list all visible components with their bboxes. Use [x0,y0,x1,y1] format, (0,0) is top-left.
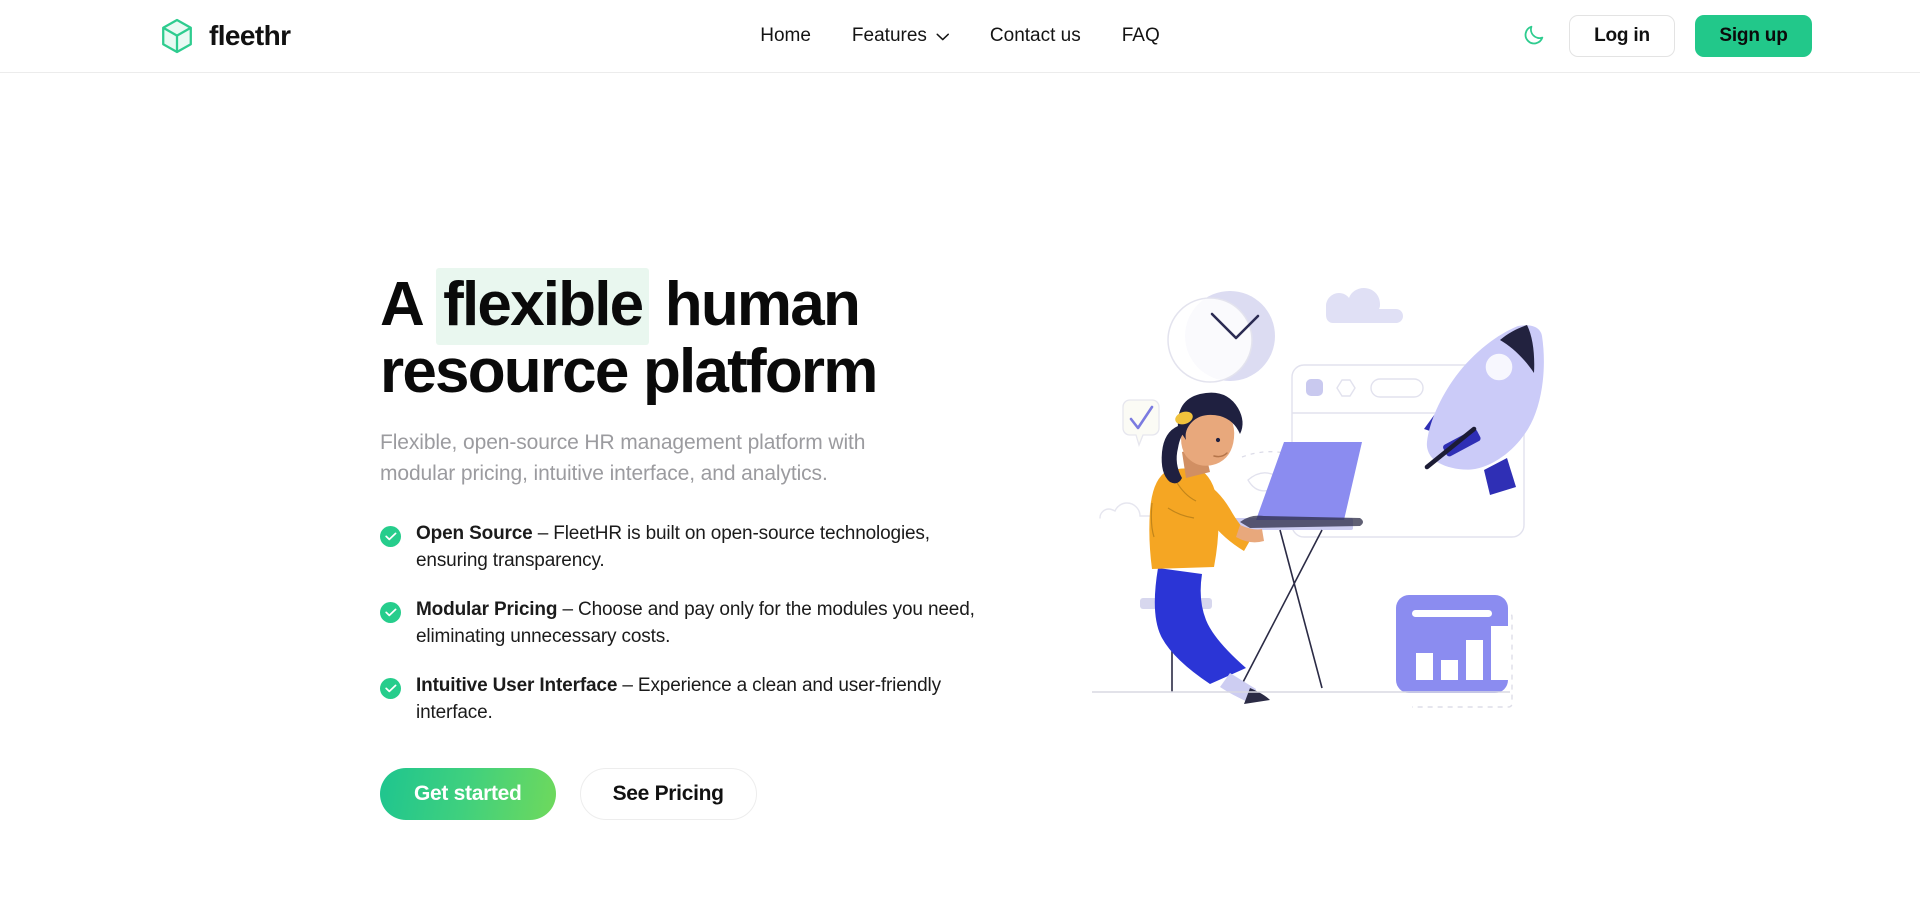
signup-button[interactable]: Sign up [1695,15,1812,57]
person-shape [1149,392,1270,704]
feature-text: Open Source – FleetHR is built on open-s… [416,520,996,574]
chevron-down-icon [936,31,949,41]
nav-item-label: Features [851,25,927,46]
cloud-shape [1326,288,1403,323]
nav-item-features[interactable]: Features [852,23,949,49]
bar-chart-card [1396,595,1513,708]
hero-illustration [1090,268,1570,728]
check-circle-icon [380,526,401,547]
brand-logo[interactable]: fleethr [158,17,291,55]
feature-title: Modular Pricing [416,599,558,620]
headline-before: A [380,270,437,339]
hero-section: A flexible human resource platform Flexi… [0,73,1920,913]
nav-item-faq[interactable]: FAQ [1122,23,1160,49]
feature-item: Intuitive User Interface – Experience a … [380,672,1020,726]
feature-title: Intuitive User Interface [416,675,618,696]
feature-item: Modular Pricing – Choose and pay only fo… [380,596,1020,650]
clock-shape [1167,291,1275,383]
cloud-outline [1099,502,1156,522]
check-circle-icon [380,602,401,623]
nav-item-label: FAQ [1121,25,1160,46]
page-title: A flexible human resource platform [380,268,1020,405]
hero-copy: A flexible human resource platform Flexi… [380,268,1020,820]
feature-text: Modular Pricing – Choose and pay only fo… [416,596,996,650]
site-header: fleethr Home Features Contact us FAQ Log… [0,0,1920,73]
nav-item-home[interactable]: Home [760,23,811,49]
brand-name: fleethr [209,20,291,51]
nav-item-label: Home [760,25,811,46]
laptop-shape [1240,442,1363,528]
nav-item-contact-us[interactable]: Contact us [990,23,1081,49]
theme-toggle-button[interactable] [1519,21,1549,51]
checkmark-speech-bubble [1122,399,1160,447]
feature-item: Open Source – FleetHR is built on open-s… [380,520,1020,574]
get-started-button[interactable]: Get started [380,768,556,820]
feature-text: Intuitive User Interface – Experience a … [416,672,996,726]
moon-icon [1522,23,1546,50]
feature-title: Open Source [416,523,533,544]
header-actions: Log in Sign up [1519,15,1812,57]
check-circle-icon [380,678,401,699]
cube-icon [158,17,196,55]
nav-item-label: Contact us [989,25,1081,46]
cta-row: Get started See Pricing [380,768,1020,820]
headline-highlight: flexible [436,268,650,345]
hero-subtitle: Flexible, open-source HR management plat… [380,431,866,485]
login-button[interactable]: Log in [1569,15,1675,57]
feature-list: Open Source – FleetHR is built on open-s… [380,520,1020,726]
main-nav: Home Features Contact us FAQ [760,23,1160,49]
see-pricing-button[interactable]: See Pricing [579,768,757,820]
